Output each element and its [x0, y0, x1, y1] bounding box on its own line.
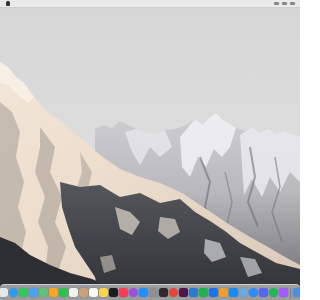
- zoom-icon[interactable]: [248, 288, 258, 297]
- calendar-icon[interactable]: [68, 288, 78, 297]
- music-icon[interactable]: [118, 288, 128, 297]
- contacts-icon[interactable]: [78, 288, 88, 297]
- pages-icon[interactable]: [218, 288, 228, 297]
- safari-icon[interactable]: [8, 288, 18, 297]
- maps-icon[interactable]: [38, 288, 48, 297]
- tv-icon[interactable]: [108, 288, 118, 297]
- battery-icon[interactable]: [282, 2, 287, 5]
- messages-icon[interactable]: [18, 288, 28, 297]
- reminders-icon[interactable]: [88, 288, 98, 297]
- menu-bar: [0, 0, 300, 8]
- terminal-icon[interactable]: [158, 288, 168, 297]
- discord-icon[interactable]: [258, 288, 268, 297]
- chrome-icon[interactable]: [168, 288, 178, 297]
- notes-icon[interactable]: [98, 288, 108, 297]
- downloads-icon[interactable]: [292, 288, 300, 297]
- status-icons: [274, 2, 295, 5]
- vscode-icon[interactable]: [188, 288, 198, 297]
- app-store-icon[interactable]: [138, 288, 148, 297]
- wifi-icon[interactable]: [274, 2, 279, 5]
- spotify-icon[interactable]: [268, 288, 278, 297]
- desktop: [0, 0, 300, 300]
- launchpad-icon[interactable]: [0, 288, 8, 297]
- podcasts-icon[interactable]: [128, 288, 138, 297]
- numbers-icon[interactable]: [198, 288, 208, 297]
- dock: [0, 284, 300, 300]
- mail-icon[interactable]: [28, 288, 38, 297]
- dock-separator: [289, 287, 291, 298]
- facetime-icon[interactable]: [58, 288, 68, 297]
- preview-icon[interactable]: [238, 288, 248, 297]
- keynote-icon[interactable]: [208, 288, 218, 297]
- clock-icon[interactable]: [290, 2, 295, 5]
- xcode-icon[interactable]: [228, 288, 238, 297]
- photos-icon[interactable]: [48, 288, 58, 297]
- system-settings-icon[interactable]: [148, 288, 158, 297]
- snowy-mountain-wallpaper: [0, 7, 300, 300]
- figma-icon[interactable]: [278, 288, 288, 297]
- apple-icon[interactable]: [6, 1, 10, 6]
- slack-icon[interactable]: [178, 288, 188, 297]
